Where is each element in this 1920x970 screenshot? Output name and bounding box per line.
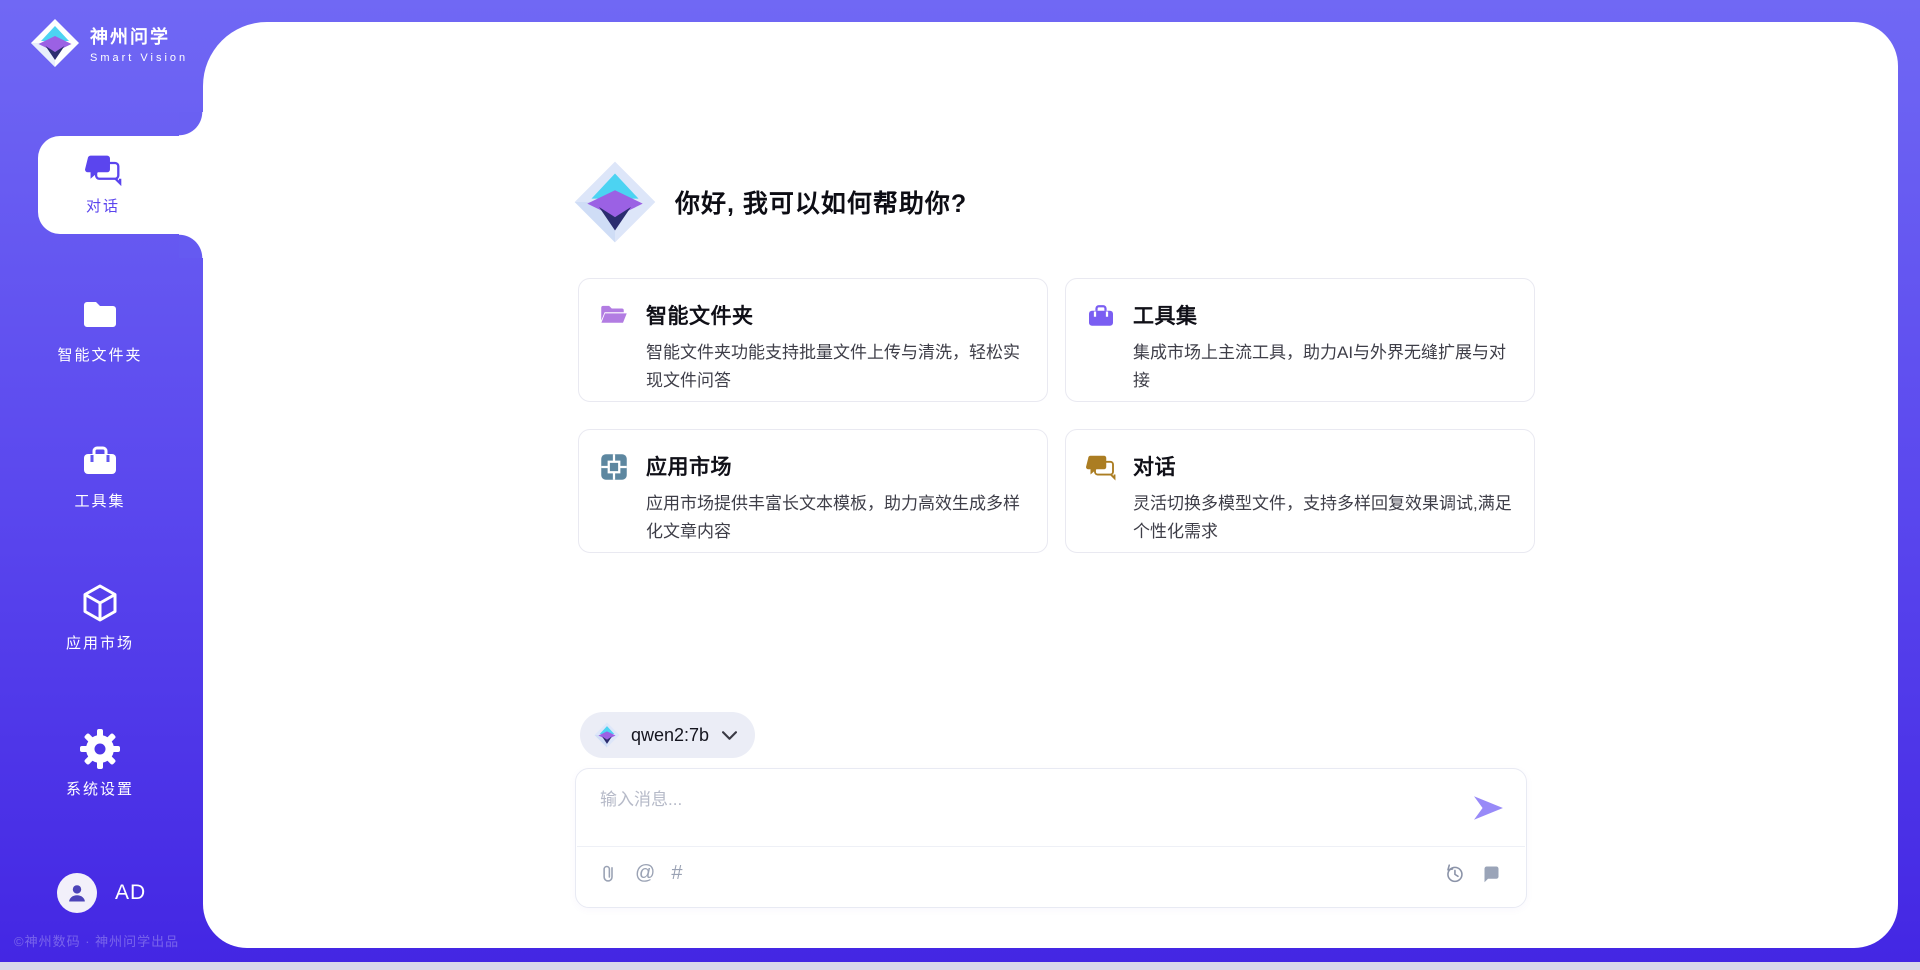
toolbox-icon [1086,301,1116,331]
card-title: 工具集 [1133,300,1516,330]
diamond-logo-icon [594,722,620,748]
greeting-title: 你好, 我可以如何帮助你? [675,184,967,220]
card-description: 灵活切换多模型文件，支持多样回复效果调试,满足个性化需求 [1133,490,1516,546]
sidebar-item-label: 应用市场 [66,635,134,652]
card-app-market[interactable]: 应用市场 应用市场提供丰富长文本模板，助力高效生成多样化文章内容 [578,429,1048,553]
cube-icon [80,583,120,623]
sidebar-item-label: 系统设置 [66,781,134,798]
copyright-text: ©神州数码 · 神州问学出品 [14,931,179,950]
app-subtitle: Smart Vision [90,52,188,64]
card-smart-folder[interactable]: 智能文件夹 智能文件夹功能支持批量文件上传与清洗，轻松实现文件问答 [578,278,1048,402]
model-name: qwen2:7b [631,725,709,746]
app-title: 神州问学 [90,23,188,49]
sidebar-item-label: 工具集 [74,493,125,510]
send-icon[interactable] [1474,795,1504,821]
folder-icon [80,295,120,335]
sidebar-item-toolset[interactable]: 工具集 [30,441,170,511]
sidebar-item-label: 对话 [38,195,168,216]
sidebar-item-label: 智能文件夹 [57,347,142,364]
sidebar-item-smart-folder[interactable]: 智能文件夹 [30,295,170,365]
card-title: 智能文件夹 [646,300,1029,330]
tab-fillet-bottom [179,234,203,258]
composer-right-actions [1444,863,1502,884]
card-title: 对话 [1133,451,1516,481]
hash-icon[interactable]: # [671,863,682,884]
chat-bubble-icon[interactable] [1481,863,1502,884]
paperclip-icon[interactable] [598,863,619,884]
open-folder-icon [599,301,629,331]
history-icon[interactable] [1444,863,1465,884]
diamond-logo-icon [573,160,657,244]
message-composer: @ # [575,768,1527,908]
composer-divider [577,846,1525,847]
user-name: AD [115,881,146,905]
sidebar-item-app-market[interactable]: 应用市场 [30,583,170,653]
chat-icon [85,151,122,188]
sidebar-item-settings[interactable]: 系统设置 [30,729,170,799]
card-description: 应用市场提供丰富长文本模板，助力高效生成多样化文章内容 [646,490,1029,546]
card-chat[interactable]: 对话 灵活切换多模型文件，支持多样回复效果调试,满足个性化需求 [1065,429,1535,553]
app-logo: 神州问学 Smart Vision [30,18,188,68]
composer-toolbar: @ # [598,863,682,884]
person-icon [64,880,90,906]
message-input[interactable] [600,785,1440,837]
model-selector[interactable]: qwen2:7b [580,712,755,758]
user-account[interactable]: AD [57,873,146,913]
main-content-panel: 你好, 我可以如何帮助你? 智能文件夹 智能文件夹功能支持批量文件上传与清洗，轻… [203,22,1898,948]
card-description: 集成市场上主流工具，助力AI与外界无缝扩展与对接 [1133,339,1516,395]
avatar [57,873,97,913]
sidebar-item-chat[interactable]: 对话 [38,136,210,234]
card-title: 应用市场 [646,451,1029,481]
gear-icon [80,729,120,769]
diamond-logo-icon [30,18,80,68]
chevron-down-icon [722,731,737,740]
toolbox-icon [80,441,120,481]
tab-fillet-top [179,112,203,136]
greeting-block: 你好, 我可以如何帮助你? [573,160,967,244]
grid-icon [599,452,629,482]
bottom-scrollbar-strip[interactable] [0,962,1920,970]
card-toolset[interactable]: 工具集 集成市场上主流工具，助力AI与外界无缝扩展与对接 [1065,278,1535,402]
chat-icon [1086,452,1116,482]
feature-cards: 智能文件夹 智能文件夹功能支持批量文件上传与清洗，轻松实现文件问答 工具集 集成… [578,278,1535,553]
at-icon[interactable]: @ [635,863,655,884]
card-description: 智能文件夹功能支持批量文件上传与清洗，轻松实现文件问答 [646,339,1029,395]
